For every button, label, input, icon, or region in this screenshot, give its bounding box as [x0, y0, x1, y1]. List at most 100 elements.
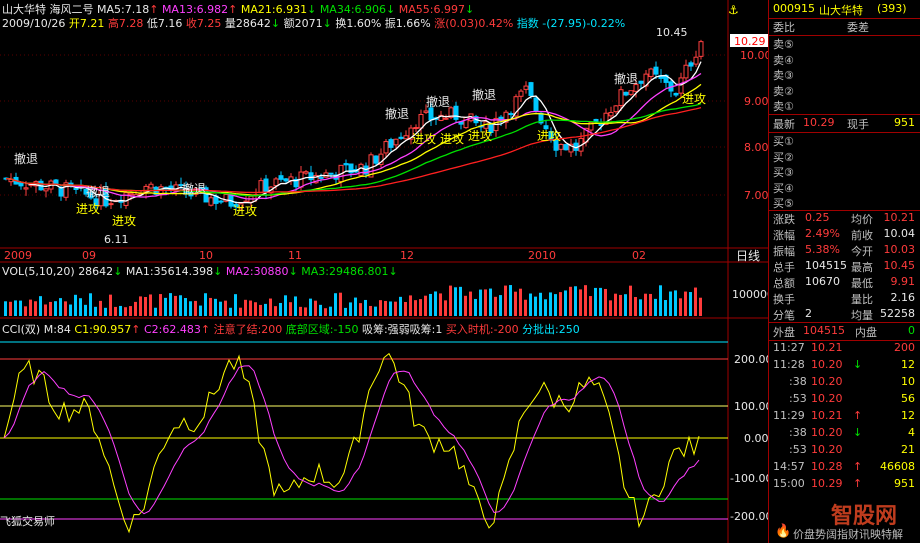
- anchor-icon[interactable]: ⚓: [728, 3, 739, 17]
- candle-body: [623, 91, 629, 96]
- volume-bar: [374, 306, 377, 316]
- price-axis-label: 9.00: [744, 95, 768, 108]
- candle-body: [698, 41, 704, 57]
- candle-body: [638, 80, 644, 84]
- volume-bar: [109, 294, 112, 316]
- tick-volume: 200: [894, 341, 915, 354]
- volume-bar: [584, 285, 587, 316]
- volume-bar: [74, 294, 77, 316]
- candle-body: [278, 175, 284, 180]
- cci-c1-line: [3, 352, 700, 534]
- volume-bar: [9, 301, 12, 316]
- volume-bar: [689, 292, 692, 316]
- tick-volume: 56: [901, 392, 915, 405]
- volume-bar: [394, 301, 397, 316]
- cci-axis-label: 0.00: [744, 432, 768, 445]
- ma5-line: [5, 61, 702, 204]
- candle-body: [328, 172, 334, 175]
- vol-value: 28642: [78, 265, 114, 278]
- volume-bar: [699, 297, 702, 316]
- quote-row: 14:57 10.28 ↑ 46608: [769, 460, 920, 476]
- volume-bar: [64, 301, 67, 316]
- quote-row: 买④: [769, 180, 920, 196]
- volume-bar: [179, 295, 182, 316]
- ma13-line: [5, 72, 702, 200]
- volume-bar: [439, 293, 442, 316]
- volume-bar: [214, 298, 217, 316]
- candle-body: [673, 92, 679, 96]
- signal-attack: 进攻: [412, 132, 436, 146]
- signal-attack: 进攻: [112, 214, 136, 228]
- vol-axis-label: 100000: [732, 288, 768, 301]
- volume-bar: [234, 294, 237, 316]
- stat-value: 9.91: [890, 275, 916, 288]
- volume-bar: [339, 292, 342, 316]
- vol-title: VOL(5,10,20): [2, 265, 75, 278]
- volume-bar: [84, 304, 87, 316]
- volume-bar: [379, 300, 382, 316]
- volume-bar: [94, 306, 97, 316]
- signal-attack: 进攻: [682, 92, 706, 106]
- volume-bar: [199, 305, 202, 316]
- candle-body: [443, 117, 449, 120]
- time-axis-label: 12: [400, 249, 414, 262]
- volume-bar: [654, 298, 657, 316]
- tick-direction: ↑: [853, 409, 863, 422]
- current-price-marker: 10.29: [734, 35, 766, 48]
- stat-label: 前收: [851, 229, 873, 242]
- volume-bar: [499, 295, 502, 316]
- candle-body: [413, 127, 419, 130]
- volume-bar: [344, 307, 347, 316]
- quote-row: 11:29 10.21 ↑ 12: [769, 409, 920, 425]
- stat-label: 量比: [851, 293, 873, 306]
- stat-label: 振幅: [773, 245, 795, 258]
- volume-bar: [284, 295, 287, 316]
- volume-bar: [144, 297, 147, 316]
- volume-bar: [314, 300, 317, 316]
- stat-label: 涨幅: [773, 229, 795, 242]
- volume-bar: [89, 293, 92, 316]
- volume-bar: [274, 306, 277, 316]
- volume-bar: [309, 298, 312, 316]
- volume-bar: [19, 300, 22, 316]
- quote-row: 总手 104515 最高 10.45: [769, 259, 920, 275]
- volume-bar: [119, 305, 122, 316]
- volume-bar: [674, 290, 677, 316]
- stat-value: 0.25: [805, 211, 830, 224]
- candle-body: [308, 172, 314, 181]
- volume-bar: [484, 289, 487, 316]
- stat-value: 104515: [805, 259, 847, 272]
- volume-bar: [604, 288, 607, 316]
- volume-bar: [324, 308, 327, 316]
- volume-bar: [519, 288, 522, 316]
- volume-bar: [134, 301, 137, 316]
- high-price-marker: 10.45: [656, 26, 688, 39]
- candle-body: [693, 56, 699, 65]
- volume-bar: [544, 299, 547, 316]
- volume-bar: [149, 294, 152, 316]
- volume-bar: [504, 285, 507, 316]
- volume-bar: [434, 291, 437, 316]
- volume-bar: [249, 300, 252, 316]
- candle-body: [523, 85, 529, 90]
- volume-bar: [449, 285, 452, 316]
- tick-price: 10.29: [811, 477, 843, 490]
- signal-attack: 进攻: [76, 202, 100, 216]
- candle-body: [648, 68, 654, 77]
- candle-body: [533, 97, 539, 112]
- time-axis-label: 10: [199, 249, 213, 262]
- candle-body: [343, 163, 349, 166]
- volume-bar: [489, 288, 492, 316]
- volume-bar: [359, 303, 362, 316]
- volume-bar: [474, 298, 477, 316]
- quote-row: :53 10.20 21: [769, 443, 920, 459]
- volume-bar: [429, 293, 432, 316]
- volume-bar: [559, 292, 562, 316]
- time-axis-label: 09: [82, 249, 96, 262]
- tick-price: 10.21: [811, 341, 843, 354]
- tick-volume: 12: [901, 358, 915, 371]
- volume-bar: [174, 295, 177, 316]
- volume-bar: [264, 303, 267, 316]
- candle-body: [383, 141, 389, 154]
- cci-c2-line: [3, 365, 700, 515]
